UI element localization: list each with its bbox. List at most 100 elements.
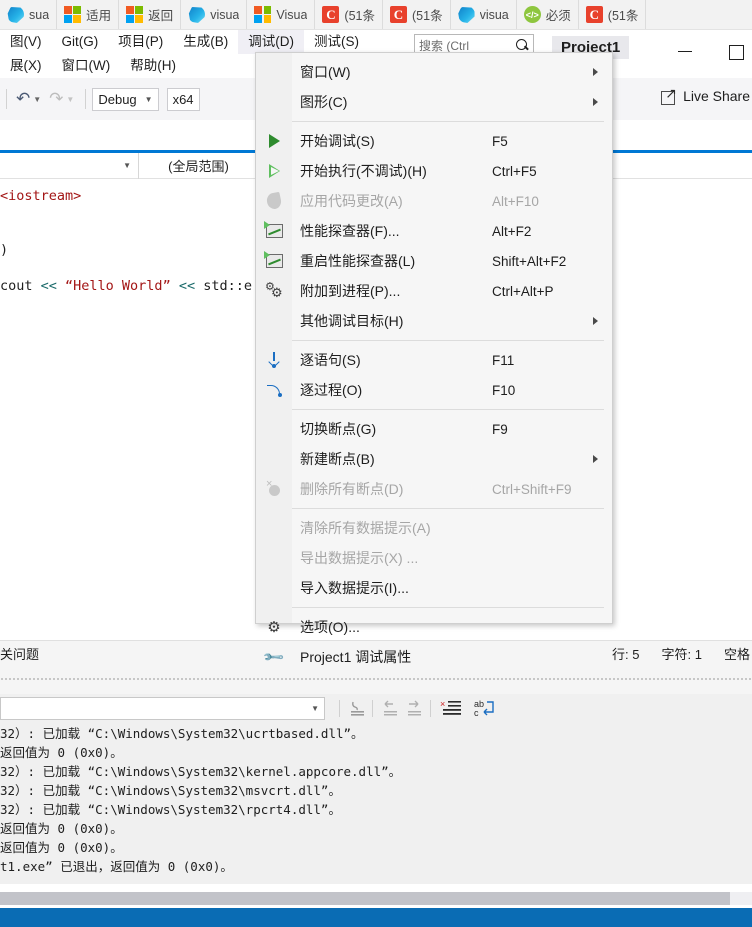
menu-gitg[interactable]: Git(G) [52,30,109,54]
clear-output-icon[interactable]: × [440,698,462,720]
search-icon [516,38,529,52]
taskbar-item[interactable]: C (51条 [383,0,451,29]
output-toolbar: ▼ × ab c [0,694,752,724]
code-line: cout << “Hello World” << std::e [0,277,252,295]
menu-item-22[interactable]: ⚙ 选项(O)... [256,612,612,642]
configuration-value: Debug [98,91,137,107]
redo-dropdown-icon[interactable]: ▼ [66,95,79,104]
output-line: t1.exe” 已退出，返回值为 0 (0x0)。 [0,859,233,874]
menu-item-label: 附加到进程(P)... [300,283,401,299]
scrollbar-thumb[interactable] [0,892,730,905]
minimize-button[interactable] [668,40,704,62]
output-source-combobox[interactable]: ▼ [0,697,325,720]
menu-item-label: 应用代码更改(A) [300,193,403,209]
code-token: cout [0,278,41,294]
menu-item-18: 清除所有数据提示(A) [256,513,612,543]
menu-row-primary: 图(V) Git(G) 项目(P) 生成(B) 调试(D) 测试(S) [0,30,752,54]
output-line: 返回值为 0 (0x0)。 [0,745,123,760]
menu-图v[interactable]: 图(V) [0,30,52,54]
menu-帮助h[interactable]: 帮助(H) [120,54,186,78]
undo-dropdown-icon[interactable]: ▼ [33,95,46,104]
menu-item-7[interactable]: 重启性能探查器(L) Shift+Alt+F2 [256,246,612,276]
windows-taskbar: sua 适用 返回 visua Visua C (51条 C (51条 visua </> 必须 C (5… [0,0,752,30]
redo-icon[interactable]: ↷ [46,89,66,109]
output-toolbar-divider-1 [339,700,340,717]
error-list-label: 关问题 [0,647,40,662]
taskbar-item[interactable]: sua [0,0,58,29]
code-line: ) [0,241,8,259]
menu-item-label: 导入数据提示(I)... [300,580,409,596]
status-line: 行: 5 [612,647,640,662]
navigate-back-icon[interactable] [379,698,401,720]
menu-item-1[interactable]: 图形(C) [256,87,612,117]
output-line: 32）: 已加载 “C:\Windows\System32\rpcrt4.dll… [0,802,341,817]
taskbar-item[interactable]: Visua [247,0,316,29]
menu-item-label: 删除所有断点(D) [300,481,404,497]
horizontal-scrollbar[interactable] [0,892,752,905]
submenu-arrow-icon [593,317,598,325]
taskbar-item[interactable]: 适用 [57,0,120,29]
code-line: <iostream> [0,187,81,205]
menu-item-23[interactable]: 🔧 Project1 调试属性 [256,642,612,672]
output-text: 32）: 已加载 “C:\Windows\System32\ucrtbased.… [0,724,752,884]
undo-icon[interactable]: ↶ [13,89,33,109]
taskbar-item[interactable]: visua [181,0,248,29]
configuration-combobox[interactable]: Debug ▼ [92,87,159,111]
menu-调试d[interactable]: 调试(D) [238,30,304,54]
clear-all-icon[interactable] [346,698,368,720]
menu-item-11[interactable]: 逐语句(S) F11 [256,345,612,375]
taskbar-item-label: 必须 [545,9,571,23]
menu-item-shortcut: F10 [492,382,516,398]
menu-item-20[interactable]: 导入数据提示(I)... [256,573,612,603]
platform-combobox[interactable]: x64 [166,87,200,111]
scope-combobox-left[interactable]: ▼ [0,152,139,179]
menu-item-4[interactable]: 开始执行(不调试)(H) Ctrl+F5 [256,156,612,186]
edge-icon [188,7,206,23]
menu-item-8[interactable]: 附加到进程(P)... Ctrl+Alt+P [256,276,612,306]
taskbar-item[interactable]: 返回 [119,0,182,29]
menu-item-label: 逐过程(O) [300,382,363,398]
menu-项目p[interactable]: 项目(P) [108,30,173,54]
menu-item-shortcut: Ctrl+Shift+F9 [492,481,572,497]
step-over-icon [264,380,284,400]
windows-icon [126,6,144,23]
performance-profiler-icon [263,221,284,241]
menu-item-3[interactable]: 开始调试(S) F5 [256,126,612,156]
scope-combobox-right[interactable]: (全局范围) [139,152,259,179]
code-token: std::e [203,278,252,294]
menu-展x[interactable]: 展(X) [0,54,52,78]
live-share-label: Live Share [683,88,750,104]
menu-item-6[interactable]: 性能探查器(F)... Alt+F2 [256,216,612,246]
live-share-button[interactable]: Live Share [661,85,752,105]
taskbar-item[interactable]: C (51条 [315,0,383,29]
code-green-icon: </> [523,6,541,23]
menu-生成b[interactable]: 生成(B) [173,30,238,54]
menu-item-14[interactable]: 切换断点(G) F9 [256,414,612,444]
menu-窗口w[interactable]: 窗口(W) [52,54,121,78]
navigate-forward-icon[interactable] [403,698,425,720]
menu-item-shortcut: Shift+Alt+F2 [492,253,567,269]
debug-menu-dropdown: 窗口(W) 图形(C) 开始调试(S) F5 开始执行(不调试)(H) Ctrl+F5 应用… [255,52,613,668]
menu-测试s[interactable]: 测试(S) [304,30,369,54]
chevron-down-icon: ▼ [144,94,153,104]
menu-item-shortcut: F9 [492,421,508,437]
taskbar-item[interactable]: visua [451,0,517,29]
debug-menu-list: 窗口(W) 图形(C) 开始调试(S) F5 开始执行(不调试)(H) Ctrl+F5 应用… [256,53,612,676]
menu-item-9[interactable]: 其他调试目标(H) [256,306,612,336]
scope-right-value: (全局范围) [168,159,229,174]
menu-item-12[interactable]: 逐过程(O) F10 [256,375,612,405]
toolbar-divider [6,89,7,109]
output-line: 32）: 已加载 “C:\Windows\System32\ucrtbased.… [0,726,364,741]
menu-item-16: 删除所有断点(D) Ctrl+Shift+F9 [256,474,612,504]
menu-item-15[interactable]: 新建断点(B) [256,444,612,474]
word-wrap-icon[interactable]: ab c [473,698,499,720]
svg-text:c: c [474,708,479,718]
menu-item-0[interactable]: 窗口(W) [256,57,612,87]
maximize-button[interactable] [722,40,752,62]
output-line: 返回值为 0 (0x0)。 [0,821,123,836]
taskbar-item[interactable]: C (51条 [579,0,647,29]
output-line: 返回值为 0 (0x0)。 [0,840,123,855]
menu-separator [292,340,604,341]
taskbar-item[interactable]: </> 必须 [517,0,579,29]
taskbar-item-label: (51条 [412,9,443,23]
